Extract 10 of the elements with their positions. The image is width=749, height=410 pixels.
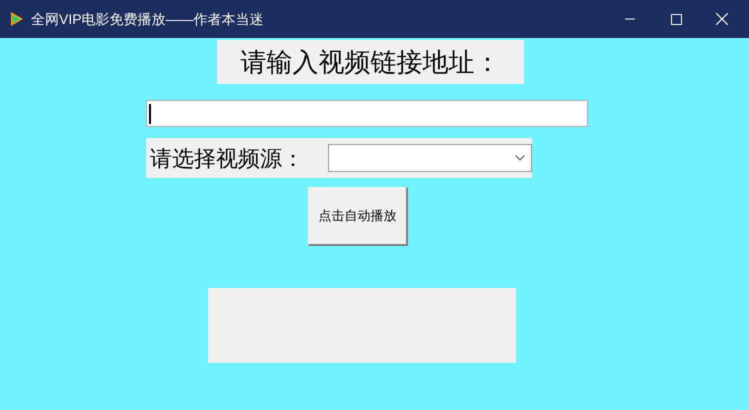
chevron-down-icon <box>515 155 525 161</box>
play-logo-icon <box>8 11 24 27</box>
url-input-field[interactable] <box>146 100 588 127</box>
source-label: 请选择视频源： <box>150 144 304 172</box>
source-dropdown[interactable] <box>328 144 532 172</box>
window-title: 全网VIP电影免费播放——作者本当迷 <box>31 10 264 28</box>
close-icon <box>716 13 728 25</box>
play-button[interactable]: 点击自动播放 <box>308 187 408 246</box>
maximize-icon <box>670 14 682 24</box>
heading-label: 请输入视频链接地址： <box>217 40 524 84</box>
